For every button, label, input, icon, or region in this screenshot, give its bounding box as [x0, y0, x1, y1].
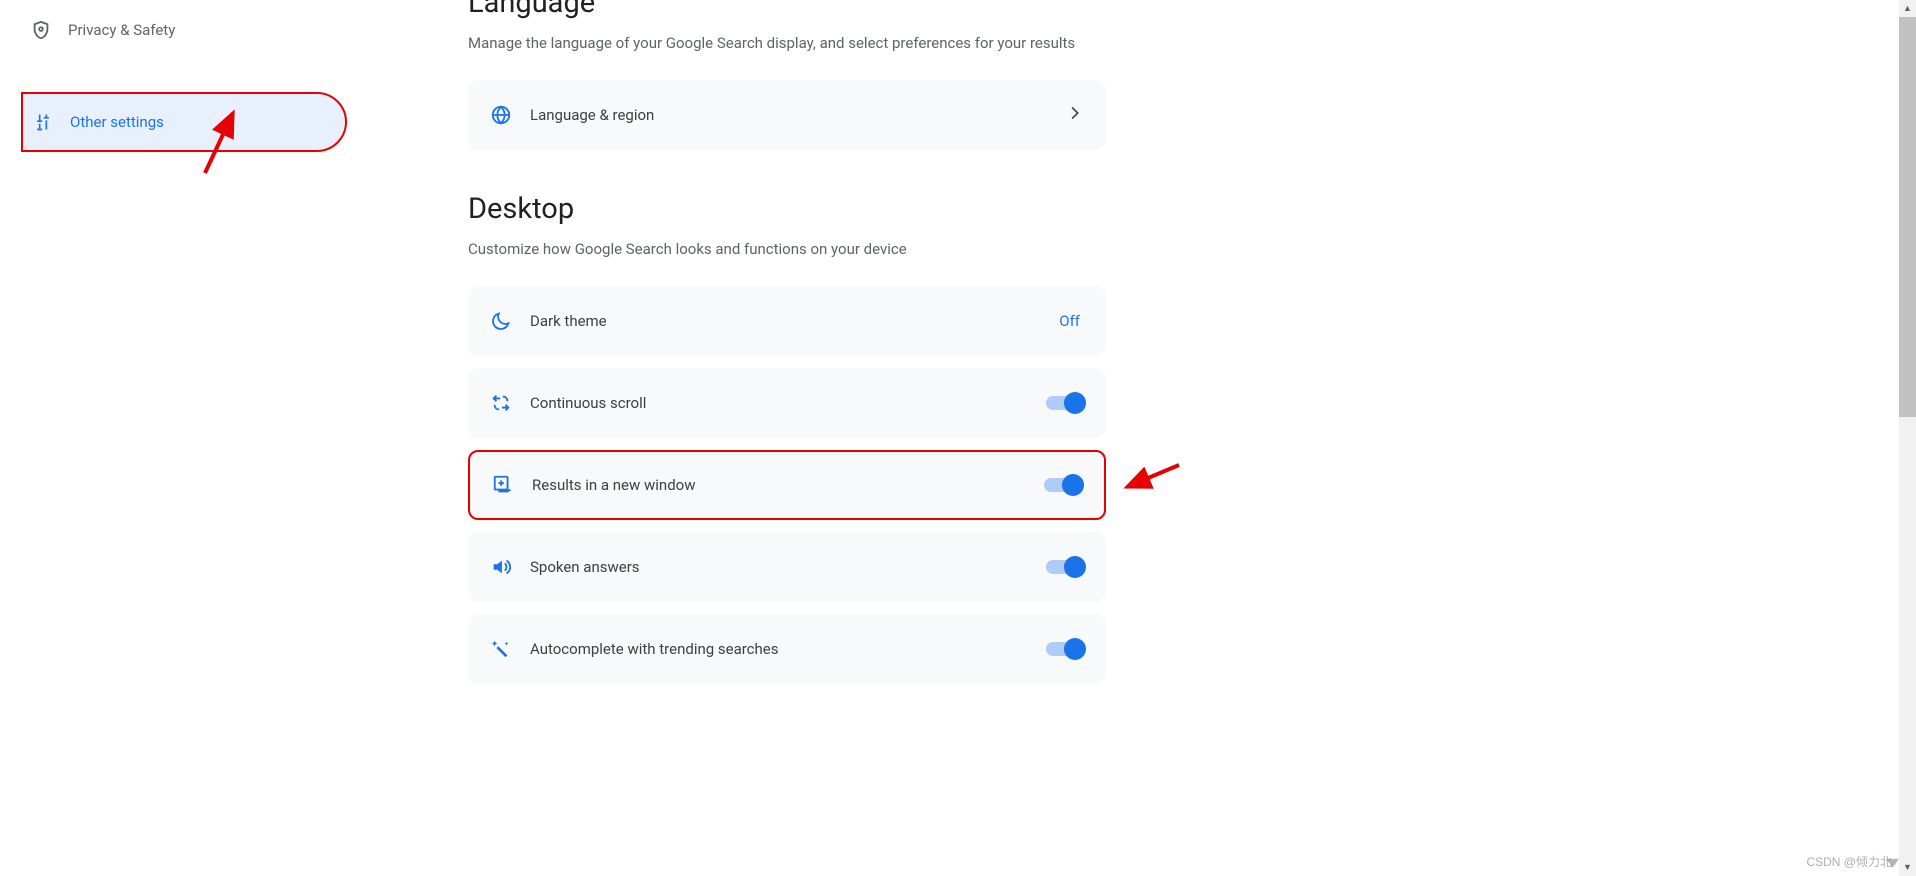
watermark-arrow-icon: ▾ [1886, 852, 1899, 873]
sidebar-item-other-settings[interactable]: Other settings [21, 92, 347, 152]
watermark: CSDN @倾力北 [1806, 853, 1892, 870]
main-content: Language Manage the language of your Goo… [350, 0, 1916, 876]
sliders-icon [32, 111, 54, 133]
sidebar-label-other: Other settings [70, 113, 164, 131]
dark-theme-value: Off [1059, 312, 1080, 330]
desktop-section: Desktop Customize how Google Search look… [468, 192, 1916, 684]
volume-icon [490, 556, 512, 578]
scrollbar-up-button[interactable]: ▲ [1899, 0, 1916, 17]
scroll-icon [490, 392, 512, 414]
chevron-right-icon [1064, 103, 1084, 127]
new-window-icon [492, 474, 514, 496]
continuous-scroll-label: Continuous scroll [530, 394, 1046, 412]
autocomplete-toggle[interactable] [1046, 638, 1084, 660]
dark-theme-card[interactable]: Dark theme Off [468, 286, 1106, 356]
results-new-window-card[interactable]: Results in a new window [468, 450, 1106, 520]
spoken-answers-toggle[interactable] [1046, 556, 1084, 578]
results-new-window-toggle[interactable] [1044, 474, 1082, 496]
autocomplete-card[interactable]: Autocomplete with trending searches [468, 614, 1106, 684]
scrollbar-thumb[interactable] [1899, 17, 1916, 417]
continuous-scroll-card[interactable]: Continuous scroll [468, 368, 1106, 438]
desktop-title: Desktop [468, 192, 1916, 226]
desktop-desc: Customize how Google Search looks and fu… [468, 240, 1916, 258]
spoken-answers-card[interactable]: Spoken answers [468, 532, 1106, 602]
sidebar-item-privacy[interactable]: Privacy & Safety [0, 0, 352, 60]
spoken-answers-label: Spoken answers [530, 558, 1046, 576]
language-title: Language [468, 0, 1916, 20]
sidebar-label-privacy: Privacy & Safety [68, 21, 175, 39]
sidebar: Privacy & Safety Other settings [0, 0, 350, 876]
page-root: Privacy & Safety Other settings Language… [0, 0, 1916, 876]
sparkle-wand-icon [490, 638, 512, 660]
shield-icon [30, 19, 52, 41]
vertical-scrollbar[interactable]: ▲ ▼ [1899, 0, 1916, 876]
language-region-label: Language & region [530, 106, 1064, 124]
continuous-scroll-toggle[interactable] [1046, 392, 1084, 414]
language-desc: Manage the language of your Google Searc… [468, 34, 1916, 52]
language-region-card[interactable]: Language & region [468, 80, 1106, 150]
results-new-window-label: Results in a new window [532, 476, 1044, 494]
autocomplete-label: Autocomplete with trending searches [530, 640, 1046, 658]
globe-icon [490, 104, 512, 126]
moon-icon [490, 310, 512, 332]
language-section: Language Manage the language of your Goo… [468, 0, 1916, 150]
dark-theme-label: Dark theme [530, 312, 1059, 330]
scrollbar-down-button[interactable]: ▼ [1899, 859, 1916, 876]
